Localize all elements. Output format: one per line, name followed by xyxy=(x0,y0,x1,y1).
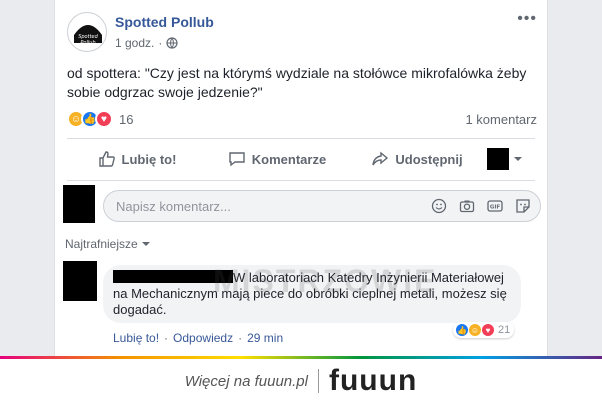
sort-label: Najtrafniejsze xyxy=(65,237,138,251)
emoji-icon[interactable] xyxy=(430,197,448,215)
divider xyxy=(67,180,535,181)
reactions-summary[interactable]: ☺ 👍 ♥ 16 xyxy=(67,110,133,128)
post-actions: Lubię to! Komentarze Udostępnij xyxy=(67,142,535,176)
footer-separator xyxy=(317,369,319,393)
post-card: Spotted Pollub Spotted Pollub 1 godz. · … xyxy=(54,0,548,356)
comment-actions: Lubię to! · Odpowiedz · 29 min xyxy=(113,331,283,345)
love-reaction-icon: ♥ xyxy=(481,323,495,337)
caret-down-icon xyxy=(141,242,150,246)
post-text: od spottera: "Czy jest na którymś wydzia… xyxy=(67,65,527,100)
separator-dot: · xyxy=(158,36,163,50)
share-as-selector[interactable] xyxy=(487,148,535,170)
share-label: Udostępnij xyxy=(395,151,463,167)
footer-content: Więcej na fuuun.pl fuuun xyxy=(0,364,602,398)
divider xyxy=(67,138,535,139)
fuuun-logo[interactable]: fuuun xyxy=(329,364,417,398)
reaction-icons: ☺ 👍 ♥ xyxy=(67,110,113,128)
comment-reactions[interactable]: 👍 ☺ ♥ 21 xyxy=(453,322,515,338)
comment-time[interactable]: 29 min xyxy=(247,331,283,345)
haha-reaction-icon: ☺ xyxy=(468,323,482,337)
comment-input-placeholder: Napisz komentarz... xyxy=(116,198,231,214)
comment-sort-selector[interactable]: Najtrafniejsze xyxy=(65,237,150,251)
camera-icon[interactable] xyxy=(458,197,476,215)
comment-input[interactable]: Napisz komentarz... GIF xyxy=(103,190,541,222)
page-name[interactable]: Spotted Pollub xyxy=(115,14,214,30)
comment-bubble: MISTRZOWIE W laboratoriach Katedry Inżyn… xyxy=(103,265,521,323)
svg-text:Pollub: Pollub xyxy=(80,40,95,46)
rainbow-stripe xyxy=(0,356,602,359)
share-button[interactable]: Udostępnij xyxy=(347,150,487,168)
commenter-name-redacted xyxy=(113,270,233,283)
commenter-avatar-redacted xyxy=(63,261,97,301)
globe-icon xyxy=(166,37,178,49)
separator-dot: · xyxy=(164,331,169,345)
post-meta: 1 godz. · xyxy=(115,36,178,50)
comment-reply-link[interactable]: Odpowiedz xyxy=(173,331,233,345)
gif-icon[interactable]: GIF xyxy=(486,197,504,215)
share-avatar-redacted xyxy=(487,148,509,170)
like-label: Lubię to! xyxy=(121,151,177,167)
like-reaction-icon: 👍 xyxy=(455,323,469,337)
more-options-icon[interactable]: ••• xyxy=(517,10,537,28)
footer-tagline[interactable]: Więcej na fuuun.pl xyxy=(185,373,308,390)
post-time[interactable]: 1 godz. xyxy=(115,36,154,50)
separator-dot: · xyxy=(238,331,243,345)
comment-button[interactable]: Komentarze xyxy=(207,150,347,168)
like-icon xyxy=(98,151,115,167)
comment-icon xyxy=(229,152,245,167)
love-reaction-icon: ♥ xyxy=(95,110,113,128)
comment-count[interactable]: 1 komentarz xyxy=(465,112,537,127)
caret-down-icon xyxy=(514,157,522,161)
like-button[interactable]: Lubię to! xyxy=(67,150,207,168)
page-avatar[interactable]: Spotted Pollub xyxy=(67,12,107,52)
comment-like-link[interactable]: Lubię to! xyxy=(113,331,159,345)
sticker-icon[interactable] xyxy=(514,197,532,215)
share-icon xyxy=(372,151,389,166)
comment-reaction-count: 21 xyxy=(498,324,511,336)
input-icons: GIF xyxy=(430,197,532,215)
page-logo-icon: Spotted Pollub xyxy=(74,25,102,46)
svg-text:GIF: GIF xyxy=(490,205,501,211)
reaction-count: 16 xyxy=(119,111,134,127)
footer-banner: Więcej na fuuun.pl fuuun xyxy=(0,356,602,401)
user-avatar-redacted xyxy=(63,185,95,223)
comment-label: Komentarze xyxy=(251,151,327,167)
